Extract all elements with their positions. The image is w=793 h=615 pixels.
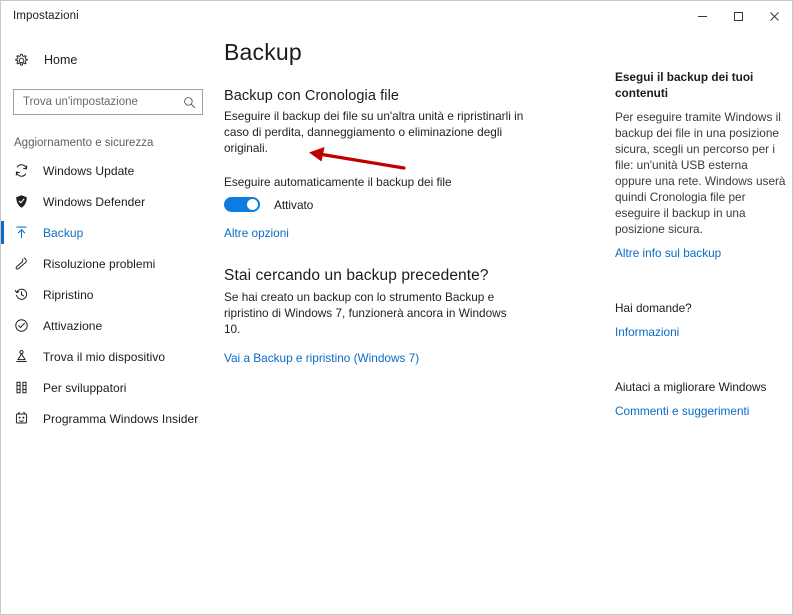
sidebar-item-label: Ripristino bbox=[43, 287, 94, 302]
informazioni-link[interactable]: Informazioni bbox=[615, 325, 679, 339]
settings-window: Impostazioni Home Trova un'impostazione … bbox=[0, 0, 793, 615]
window-title: Impostazioni bbox=[13, 10, 79, 22]
section-heading: Stai cercando un backup precedente? bbox=[224, 267, 489, 284]
insider-bug-icon bbox=[14, 411, 34, 426]
sync-icon bbox=[14, 163, 34, 178]
sidebar-item-trova-il-mio-dispositivo[interactable]: Trova il mio dispositivo bbox=[1, 341, 215, 372]
sidebar-item-label: Backup bbox=[43, 225, 84, 240]
window-controls bbox=[684, 1, 792, 31]
sidebar-item-ripristino[interactable]: Ripristino bbox=[1, 279, 215, 310]
auto-backup-toggle-row: Attivato bbox=[224, 197, 595, 212]
sidebar-item-label: Risoluzione problemi bbox=[43, 256, 156, 271]
sidebar-item-home-label: Home bbox=[44, 53, 78, 67]
backup-restore-windows7-link[interactable]: Vai a Backup e ripristino (Windows 7) bbox=[224, 351, 419, 365]
info-block-improve: Aiutaci a migliorare Windows Commenti e … bbox=[615, 379, 787, 420]
sidebar-item-label: Windows Update bbox=[43, 163, 135, 178]
sidebar-item-label: Windows Defender bbox=[43, 194, 146, 209]
more-options-link[interactable]: Altre opzioni bbox=[224, 226, 289, 240]
minimize-button[interactable] bbox=[684, 1, 720, 31]
sidebar-item-label: Programma Windows Insider bbox=[43, 411, 199, 426]
sidebar-item-label: Attivazione bbox=[43, 318, 103, 333]
search-icon bbox=[183, 96, 196, 109]
sidebar-item-per-sviluppatori[interactable]: Per sviluppatori bbox=[1, 372, 215, 403]
section-heading: Backup con Cronologia file bbox=[224, 88, 400, 104]
sidebar-item-programma-windows-insider[interactable]: Programma Windows Insider bbox=[1, 403, 215, 434]
shield-icon bbox=[14, 194, 34, 209]
section-file-history: Backup con Cronologia file Eseguire il b… bbox=[224, 88, 595, 242]
info-block-questions: Hai domande? Informazioni bbox=[615, 300, 787, 341]
sidebar-item-label: Trova il mio dispositivo bbox=[43, 349, 166, 364]
sidebar: Home Aggiornamento e sicurezza bbox=[1, 31, 215, 614]
info-body: Per eseguire tramite Windows il backup d… bbox=[615, 110, 786, 236]
section-previous-backup: Stai cercando un backup precedente? Se h… bbox=[224, 267, 595, 367]
search-input[interactable] bbox=[23, 96, 183, 108]
sidebar-item-windows-update[interactable]: Windows Update bbox=[1, 155, 215, 186]
info-heading: Esegui il backup dei tuoi contenuti bbox=[615, 70, 754, 100]
more-backup-info-link[interactable]: Altre info sul backup bbox=[615, 246, 721, 260]
close-button[interactable] bbox=[756, 1, 792, 31]
info-heading: Aiutaci a migliorare Windows bbox=[615, 380, 767, 394]
developer-tools-icon bbox=[14, 380, 34, 395]
locate-device-icon bbox=[14, 349, 34, 364]
sidebar-item-risoluzione-problemi[interactable]: Risoluzione problemi bbox=[1, 248, 215, 279]
page-title: Backup bbox=[224, 39, 302, 65]
history-clock-icon bbox=[14, 287, 34, 302]
info-heading: Hai domande? bbox=[615, 301, 692, 315]
info-block-backup: Esegui il backup dei tuoi contenuti Per … bbox=[615, 69, 787, 262]
sidebar-item-backup[interactable]: Backup bbox=[1, 217, 215, 248]
toggle-state-label: Attivato bbox=[274, 197, 314, 212]
feedback-link[interactable]: Commenti e suggerimenti bbox=[615, 404, 749, 418]
section-description: Eseguire il backup dei file su un'altra … bbox=[224, 109, 524, 155]
sidebar-item-attivazione[interactable]: Attivazione bbox=[1, 310, 215, 341]
toggle-knob bbox=[247, 199, 258, 210]
auto-backup-toggle[interactable] bbox=[224, 197, 260, 212]
info-pane: Esegui il backup dei tuoi contenuti Per … bbox=[615, 31, 787, 420]
maximize-button[interactable] bbox=[720, 1, 756, 31]
wrench-icon bbox=[14, 256, 34, 271]
upload-arrow-icon bbox=[14, 225, 34, 240]
sidebar-item-windows-defender[interactable]: Windows Defender bbox=[1, 186, 215, 217]
toggle-label: Eseguire automaticamente il backup dei f… bbox=[224, 175, 452, 189]
search-box[interactable] bbox=[13, 89, 203, 115]
main-content: Backup Backup con Cronologia file Esegui… bbox=[215, 31, 595, 367]
section-description: Se hai creato un backup con lo strumento… bbox=[224, 290, 507, 336]
gear-icon bbox=[14, 53, 36, 68]
sidebar-group-title: Aggiornamento e sicurezza bbox=[14, 137, 154, 149]
sidebar-item-label: Per sviluppatori bbox=[43, 380, 127, 395]
title-bar: Impostazioni bbox=[1, 1, 792, 31]
sidebar-item-home[interactable]: Home bbox=[1, 44, 215, 76]
check-circle-icon bbox=[14, 318, 34, 333]
